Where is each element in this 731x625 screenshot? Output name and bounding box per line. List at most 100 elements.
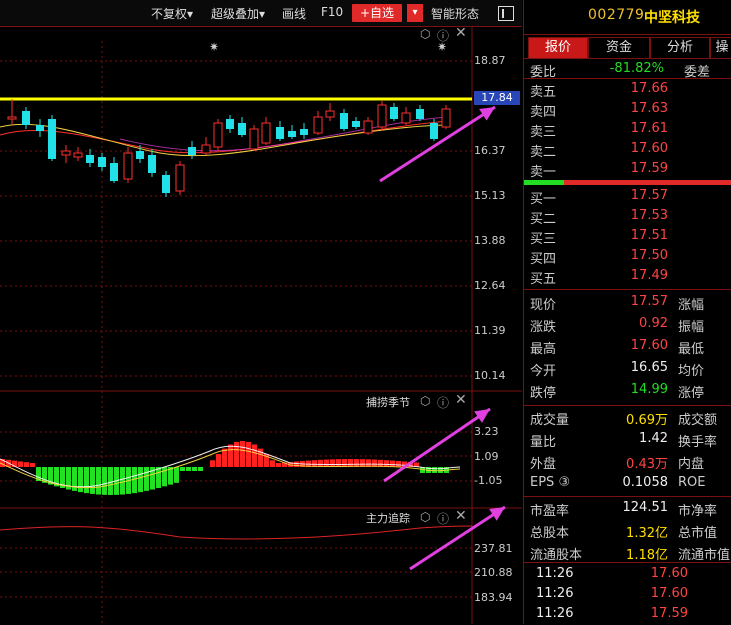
buhuo-bar — [18, 461, 23, 467]
tick-time: 11:26 — [536, 566, 574, 581]
stat-row-label: 量比 — [530, 435, 557, 450]
sell-row-value: 17.59 — [630, 161, 668, 176]
chart-area[interactable]: ✷ ✷ ⬡ ⓘ ✕ 18.87 17.84 16.37 15.13 13.88 … — [0, 25, 522, 624]
buhuo-bar — [144, 467, 149, 491]
stat-row-label2: 成交额 — [678, 413, 718, 428]
stat-row-value: 17.60 — [630, 338, 668, 353]
candle-body — [276, 127, 284, 139]
stat-row-label: 最高 — [530, 342, 557, 357]
tab-quote[interactable]: 报价 — [528, 37, 588, 58]
settings-icon[interactable]: ⬡ — [420, 27, 430, 41]
stat-row-value: 124.51 — [622, 500, 669, 515]
buy-row-value: 17.57 — [630, 188, 668, 203]
candle-body — [441, 108, 451, 128]
add-watchlist-button[interactable]: +自选 — [352, 4, 403, 22]
candle-body — [48, 119, 56, 159]
stat-row-label2: 均价 — [678, 364, 705, 379]
add-watchlist-dropdown[interactable]: ▾ — [407, 4, 423, 22]
stat-row-label2: 换手率 — [678, 435, 718, 450]
tab-more[interactable]: 操 — [710, 37, 731, 58]
close-icon[interactable]: ✕ — [455, 508, 467, 524]
buhuo-bar — [324, 459, 329, 467]
stock-header: 002779 中坚科技 — [524, 0, 731, 32]
candlesticks[interactable] — [7, 99, 451, 197]
stat-row-label: 总股本 — [530, 526, 570, 541]
y-axis-label: -1.05 — [474, 474, 503, 487]
help-icon[interactable]: ⓘ — [437, 27, 449, 44]
buhuo-bar — [156, 467, 161, 488]
tab-funds[interactable]: 资金 — [588, 37, 650, 58]
buy-row: 买三 17.51 — [524, 225, 731, 247]
buhuo-bar — [390, 460, 395, 467]
tab-analysis[interactable]: 分析 — [650, 37, 710, 58]
close-icon[interactable]: ✕ — [455, 392, 467, 408]
settings-icon[interactable]: ⬡ — [420, 510, 430, 524]
stat-row: 成交量 0.69万 成交额 — [524, 406, 731, 428]
candle-body — [325, 110, 335, 118]
candle-body — [238, 123, 246, 135]
main-gridlines — [0, 60, 472, 377]
candle-body — [363, 120, 373, 134]
stat-row-label2: 涨停 — [678, 386, 705, 401]
buhuo-bar — [174, 467, 179, 483]
buhuo-bar — [84, 467, 89, 494]
stat-row-value: 1.42 — [639, 431, 668, 446]
buy-row-value: 17.49 — [630, 268, 668, 283]
stat-row-label: 今开 — [530, 364, 557, 379]
stat-row-label2: ROE — [678, 475, 706, 490]
candle-body — [136, 151, 144, 159]
tick-time: 11:26 — [536, 586, 574, 601]
candle-body — [98, 157, 106, 167]
kline-chart-svg[interactable]: ✷ ✷ — [0, 27, 522, 624]
overlay-dropdown[interactable]: 超级叠加▾ — [211, 5, 265, 22]
drawline-button[interactable]: 画线 — [282, 5, 306, 22]
candle-body — [201, 144, 211, 154]
stat-row-label: 跌停 — [530, 386, 557, 401]
candle-body — [377, 104, 387, 128]
stat-row: 跌停 14.99 涨停 — [524, 379, 731, 401]
chart-toolbar: 不复权▾ 超级叠加▾ 画线 F10 +自选 ▾ 智能形态 — [0, 0, 522, 27]
buy-row-value: 17.50 — [630, 248, 668, 263]
stat-row-label2: 总市值 — [678, 526, 718, 541]
settings-icon[interactable]: ⬡ — [420, 394, 430, 408]
candle-body — [22, 111, 30, 125]
buhuo-bar — [246, 441, 251, 467]
tick-row: 11:26 17.59 — [524, 603, 731, 625]
tick-row: 11:26 17.60 — [524, 563, 731, 585]
close-icon[interactable]: ✕ — [455, 25, 467, 41]
stat-row-label2: 市净率 — [678, 504, 718, 519]
buhuo-bar — [270, 460, 275, 467]
buhuo-bar — [90, 467, 95, 494]
help-icon[interactable]: ⓘ — [437, 510, 449, 527]
stat-row: 流通股本 1.18亿 流通市值 — [524, 541, 731, 563]
buy-row: 买一 17.57 — [524, 185, 731, 207]
buhuo-bar — [210, 460, 215, 467]
buhuo-bar — [240, 441, 245, 467]
y-axis-label: 10.14 — [474, 369, 506, 382]
y-axis-label: 210.88 — [474, 566, 513, 579]
buy-row: 买五 17.49 — [524, 265, 731, 287]
f10-button[interactable]: F10 — [321, 5, 343, 19]
panel2-title: 捕捞季节 — [366, 396, 410, 409]
help-icon[interactable]: ⓘ — [437, 394, 449, 411]
candle-body — [162, 175, 170, 193]
candle-body — [340, 113, 348, 129]
y-axis-label: 12.64 — [474, 279, 506, 292]
buhuo-bar — [216, 454, 221, 467]
fuquan-dropdown[interactable]: 不复权▾ — [151, 5, 193, 22]
stat-row-value: 14.99 — [630, 382, 668, 397]
weibi-row: 委比 -81.82% 委差 — [530, 61, 711, 80]
sell-row-value: 17.63 — [630, 101, 668, 116]
buhuo-bar — [276, 463, 281, 467]
y-axis-label: 1.09 — [474, 450, 499, 463]
tick-price: 17.60 — [650, 566, 688, 581]
stat-row-label2: 涨幅 — [678, 298, 705, 313]
ma-purple — [119, 116, 451, 152]
buhuo-bars — [0, 441, 449, 495]
smart-pattern-button[interactable]: 智能形态 — [431, 5, 479, 22]
stat-row-label: 外盘 — [530, 457, 557, 472]
stat-row-label2: 振幅 — [678, 320, 705, 335]
layout-toggle-icon[interactable] — [498, 6, 514, 21]
zhuli-line — [0, 525, 473, 540]
quote-panel: 002779 中坚科技 报价 资金 分析 操 委比 -81.82% 委差 卖五 1… — [523, 0, 731, 624]
